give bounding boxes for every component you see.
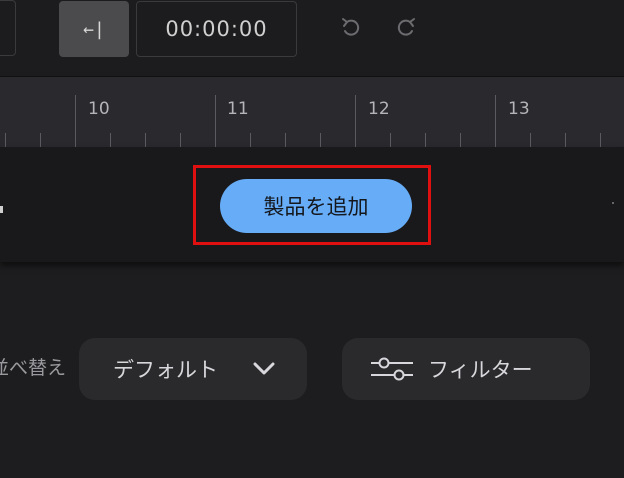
ruler-minor-tick [600,133,601,147]
timecode-value: 00:00:00 [165,17,268,41]
add-product-button[interactable]: 製品を追加 [220,179,412,233]
ruler-minor-tick [40,133,41,147]
undo-icon[interactable] [337,14,365,42]
chevron-down-icon [253,362,275,375]
filter-button[interactable]: フィルター [342,338,590,400]
sort-label: 並べ替え [0,352,66,384]
ruler-major-tick [495,95,496,147]
ruler-minor-tick [530,133,531,147]
toolbar-left-control[interactable] [0,0,16,56]
ruler-minor-tick [460,133,461,147]
redo-icon[interactable] [392,14,420,42]
ruler-major-tick [215,95,216,147]
ruler-label: 12 [368,99,390,119]
track-right-marker [612,202,614,204]
track-left-handle[interactable] [0,206,3,213]
ruler-minor-tick [390,133,391,147]
sort-dropdown[interactable]: デフォルト [79,338,307,400]
timeline-ruler[interactable]: 10 11 12 13 [0,77,624,147]
ruler-minor-tick [320,133,321,147]
ruler-minor-tick [180,133,181,147]
ruler-minor-tick [5,133,6,147]
sort-value: デフォルト [113,358,218,382]
top-toolbar: ←| 00:00:00 [0,0,624,77]
sort-label-text: 並べ替え [0,357,66,379]
timecode-field[interactable]: 00:00:00 [136,1,297,57]
ruler-label: 10 [88,99,110,119]
ruler-label: 11 [227,99,249,119]
ruler-minor-tick [110,133,111,147]
ruler-minor-tick [145,133,146,147]
ruler-label: 13 [508,99,530,119]
ruler-minor-tick [285,133,286,147]
ruler-minor-tick [425,133,426,147]
ruler-minor-tick [250,133,251,147]
ruler-major-tick [355,95,356,147]
filter-label: フィルター [428,358,533,382]
ruler-major-tick [75,95,76,147]
ruler-minor-tick [565,133,566,147]
collapse-left-icon: ←| [83,18,105,40]
collapse-left-button[interactable]: ←| [59,1,129,57]
sliders-icon [371,357,413,381]
